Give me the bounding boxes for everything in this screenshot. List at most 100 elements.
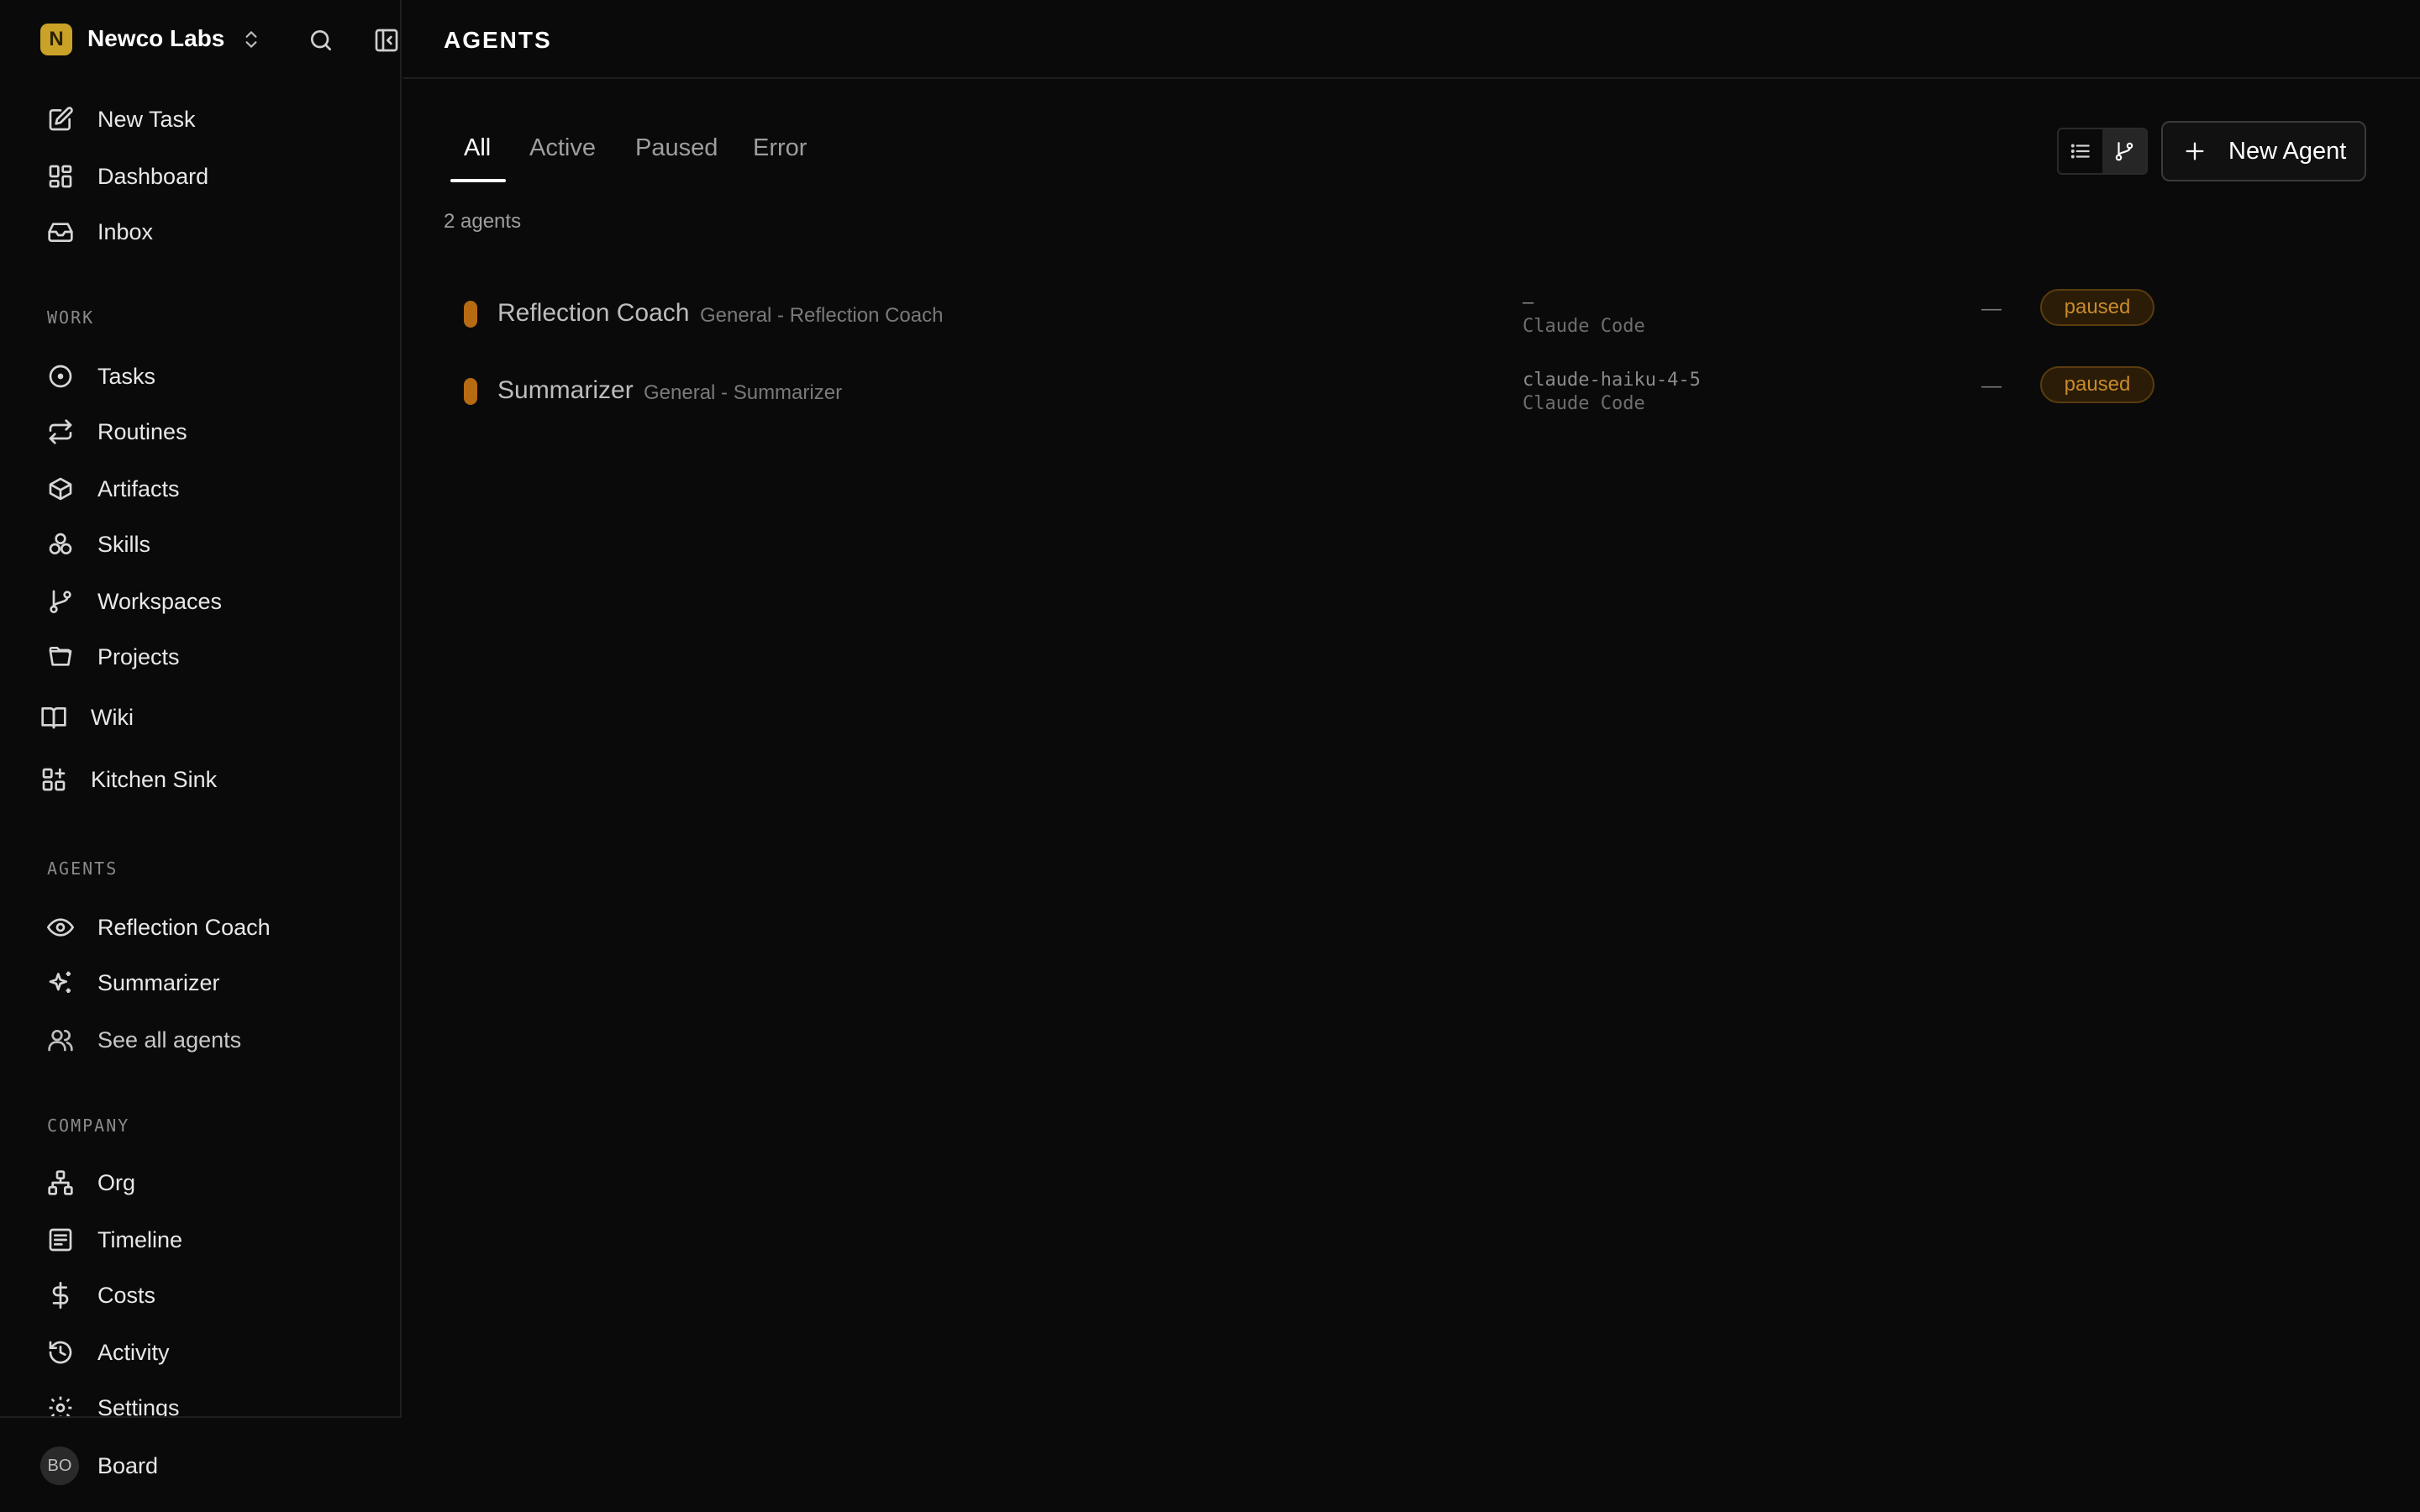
- status-indicator: [464, 301, 477, 328]
- list-icon: [2070, 140, 2091, 162]
- nav-skills[interactable]: Skills: [34, 521, 370, 568]
- active-tab-indicator: [450, 179, 506, 182]
- section-label-agents: AGENTS: [47, 858, 118, 879]
- agent-subtitle: General - Reflection Coach: [700, 304, 944, 327]
- nav-new-task[interactable]: New Task: [34, 96, 370, 143]
- agent-name[interactable]: Reflection Coach: [497, 299, 689, 328]
- nav-label: Kitchen Sink: [91, 766, 218, 792]
- nav-dashboard[interactable]: Dashboard: [34, 153, 370, 200]
- nav-label: Wiki: [91, 704, 134, 730]
- nav-inbox[interactable]: Inbox: [34, 208, 370, 255]
- status-indicator: [464, 378, 477, 405]
- new-agent-button[interactable]: New Agent: [2161, 121, 2366, 181]
- inbox-icon: [47, 218, 74, 245]
- agent-model: —: [1523, 292, 1534, 313]
- agent-row[interactable]: Summarizer General - Summarizer claude-h…: [437, 363, 2336, 438]
- nav-label: Timeline: [97, 1226, 183, 1252]
- nav-artifacts[interactable]: Artifacts: [34, 465, 370, 512]
- nav-kitchen-sink[interactable]: Kitchen Sink: [34, 756, 370, 803]
- agent-last-run: —: [1981, 297, 2002, 320]
- repeat-icon: [47, 418, 74, 445]
- agent-row[interactable]: Reflection Coach General - Reflection Co…: [437, 286, 2336, 361]
- nav-label: Projects: [97, 643, 180, 669]
- nav-see-all-agents[interactable]: See all agents: [34, 1016, 370, 1063]
- agent-model: claude-haiku-4-5: [1523, 370, 1701, 391]
- page-title: AGENTS: [444, 27, 552, 53]
- skills-icon: [47, 531, 74, 558]
- folder-open-icon: [47, 643, 74, 670]
- timeline-icon: [47, 1226, 74, 1253]
- nav-label: Skills: [97, 531, 151, 557]
- org-icon: [47, 1169, 74, 1196]
- company-logo[interactable]: N: [40, 24, 72, 55]
- view-toggle: [2057, 128, 2148, 175]
- nav-label: Inbox: [97, 218, 154, 244]
- topbar: AGENTS: [403, 0, 2420, 79]
- nav-wiki[interactable]: Wiki: [34, 694, 370, 741]
- dashboard-icon: [47, 163, 74, 190]
- status-badge: paused: [2040, 289, 2154, 326]
- nav-label: Routines: [97, 418, 187, 444]
- sidebar-footer[interactable]: BO Board: [0, 1416, 402, 1512]
- edit-icon: [47, 106, 74, 133]
- nav-label: Tasks: [97, 363, 156, 389]
- section-label-work: WORK: [47, 307, 95, 328]
- sidebar: N Newco Labs New Task Dashboard Inbox WO…: [0, 0, 402, 1512]
- nav-label: Reflection Coach: [97, 914, 271, 940]
- circle-dot-icon: [47, 363, 74, 390]
- agent-runtime: Claude Code: [1523, 393, 1645, 414]
- nav-workspaces[interactable]: Workspaces: [34, 578, 370, 625]
- nav-routines[interactable]: Routines: [34, 408, 370, 455]
- agent-name[interactable]: Summarizer: [497, 376, 634, 405]
- agent-runtime: Claude Code: [1523, 316, 1645, 337]
- eye-icon: [47, 914, 74, 941]
- book-icon: [40, 704, 67, 731]
- sidebar-header: N Newco Labs: [0, 0, 402, 79]
- nav-label: New Task: [97, 106, 196, 132]
- status-badge: paused: [2040, 366, 2154, 403]
- agent-count: 2 agents: [444, 210, 522, 233]
- nav-timeline[interactable]: Timeline: [34, 1216, 370, 1263]
- nav-activity[interactable]: Activity: [34, 1329, 370, 1376]
- tree-view-button[interactable]: [2102, 129, 2146, 173]
- plus-icon: [2183, 139, 2207, 163]
- nav-label: Dashboard: [97, 163, 209, 189]
- tab-paused[interactable]: Paused: [635, 134, 718, 185]
- nav-label: Costs: [97, 1282, 156, 1308]
- nav-label: Activity: [97, 1339, 170, 1365]
- dollar-icon: [47, 1282, 74, 1309]
- nav-costs[interactable]: Costs: [34, 1272, 370, 1319]
- nav-label: Org: [97, 1169, 136, 1195]
- nav-label: Summarizer: [97, 969, 220, 995]
- list-view-button[interactable]: [2059, 129, 2102, 173]
- section-label-company: COMPANY: [47, 1116, 130, 1136]
- chevron-up-down-icon[interactable]: [240, 29, 262, 50]
- agent-subtitle: General - Summarizer: [644, 381, 843, 404]
- sidebar-collapse-icon[interactable]: [373, 27, 400, 54]
- tab-error[interactable]: Error: [753, 134, 807, 185]
- tab-active[interactable]: Active: [529, 134, 596, 185]
- agent-last-run: —: [1981, 375, 2002, 397]
- history-icon: [47, 1339, 74, 1366]
- main-content: AGENTS All Active Paused Error New Agent…: [403, 0, 2420, 1512]
- nav-label: See all agents: [97, 1026, 242, 1053]
- sparkles-icon: [47, 969, 74, 996]
- nav-projects[interactable]: Projects: [34, 633, 370, 680]
- grid-plus-icon: [40, 766, 67, 793]
- user-name: Board: [97, 1453, 159, 1478]
- nav-agent-reflection-coach[interactable]: Reflection Coach: [34, 904, 370, 951]
- company-name[interactable]: Newco Labs: [87, 25, 224, 52]
- git-branch-icon: [47, 588, 74, 615]
- users-icon: [47, 1026, 74, 1053]
- nav-label: Artifacts: [97, 475, 180, 501]
- box-icon: [47, 475, 74, 502]
- avatar: BO: [40, 1446, 79, 1485]
- search-icon[interactable]: [308, 27, 334, 54]
- tab-all[interactable]: All: [464, 134, 491, 185]
- nav-org[interactable]: Org: [34, 1159, 370, 1206]
- nav-agent-summarizer[interactable]: Summarizer: [34, 959, 370, 1006]
- nav-tasks[interactable]: Tasks: [34, 353, 370, 400]
- nav-label: Workspaces: [97, 588, 223, 614]
- git-branch-icon: [2113, 140, 2135, 162]
- new-agent-label: New Agent: [2228, 137, 2347, 165]
